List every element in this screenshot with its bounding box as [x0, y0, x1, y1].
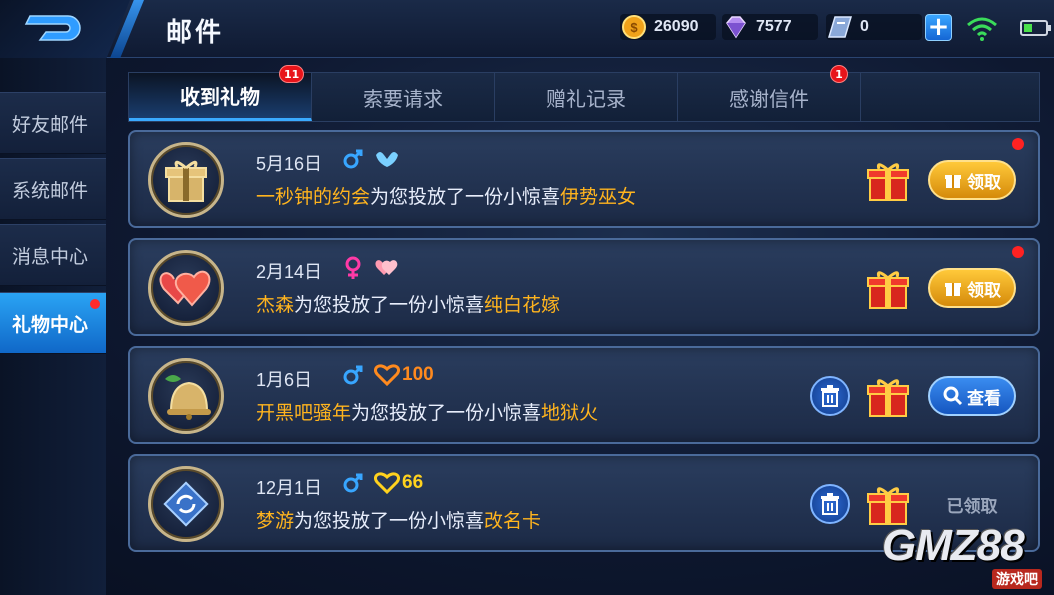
delete-button[interactable]	[810, 376, 850, 416]
claim-button[interactable]: 领取	[928, 160, 1016, 200]
intimacy-value: 100	[374, 364, 434, 386]
present-icon	[867, 379, 909, 417]
present-icon	[867, 163, 909, 201]
gift-small-icon	[945, 283, 961, 296]
claimed-status: 已领取	[946, 497, 998, 517]
sender-meta: 100	[342, 364, 434, 386]
gift-message: 开黑吧骚年为您投放了一份小惊喜地狱火	[256, 402, 599, 424]
top-bar: 邮件 $ 26090 7577 0 +	[0, 0, 1054, 58]
gift-item-name: 改名卡	[484, 510, 542, 532]
sidebar-item-label: 好友邮件	[12, 113, 89, 136]
coupon-value: 0	[860, 18, 869, 35]
gift-date: 5月16日	[256, 154, 323, 174]
watermark-text: GMZ88	[882, 521, 1025, 570]
back-arrow-icon	[24, 15, 81, 41]
bell-icon	[148, 358, 224, 434]
claim-button[interactable]: 领取	[928, 268, 1016, 308]
hearts-icon	[148, 250, 224, 326]
tab-requests[interactable]: 索要请求	[312, 73, 495, 121]
sidebar: 好友邮件 系统邮件 消息中心 礼物中心	[0, 58, 106, 595]
gift-item-name: 纯白花嫁	[484, 294, 561, 316]
tab-label: 赠礼记录	[546, 86, 626, 111]
watermark-logo: GMZ88 游戏吧	[858, 515, 1048, 591]
sidebar-item-label: 消息中心	[12, 245, 89, 268]
battery-icon	[1020, 20, 1051, 36]
diamond-icon	[722, 13, 750, 41]
notification-dot	[1012, 138, 1024, 150]
intimacy-value: 66	[374, 472, 423, 494]
svg-text:$: $	[630, 20, 638, 35]
notification-dot	[1012, 246, 1024, 258]
female-icon	[345, 256, 361, 279]
sidebar-item-friend-mail[interactable]: 好友邮件	[0, 92, 106, 154]
heart-outline-icon	[374, 472, 400, 494]
gold-counter: $ 26090	[620, 14, 716, 40]
coupon-icon	[826, 13, 854, 41]
sender-meta	[342, 256, 400, 280]
tab-label: 索要请求	[363, 86, 443, 111]
tab-badge: 1	[830, 65, 848, 83]
wifi-icon	[966, 16, 998, 46]
sidebar-item-label: 系统邮件	[12, 179, 89, 202]
magnifier-icon	[943, 386, 963, 406]
gift-box-icon	[148, 142, 224, 218]
gift-message: 一秒钟的约会为您投放了一份小惊喜伊势巫女	[256, 186, 637, 208]
sidebar-item-label: 礼物中心	[12, 313, 89, 336]
strength-icon	[376, 152, 398, 167]
sender-name[interactable]: 梦游	[256, 510, 294, 532]
gift-list: 5月16日 一秒钟的约会为您投放了一份小惊喜伊势巫女 领取 2月14日 杰森为您…	[118, 122, 1050, 562]
list-item: 5月16日 一秒钟的约会为您投放了一份小惊喜伊势巫女 领取	[128, 130, 1040, 228]
sender-meta: 66	[342, 472, 423, 494]
sender-name[interactable]: 一秒钟的约会	[256, 186, 370, 208]
rename-card-icon	[148, 466, 224, 542]
delete-button[interactable]	[810, 484, 850, 524]
gift-item-name: 伊势巫女	[560, 186, 637, 208]
sender-name[interactable]: 开黑吧骚年	[256, 402, 351, 424]
diamond-counter: 7577	[722, 14, 818, 40]
list-item: 2月14日 杰森为您投放了一份小惊喜纯白花嫁 领取	[128, 238, 1040, 336]
sender-name[interactable]: 杰森	[256, 294, 294, 316]
male-icon	[343, 365, 363, 385]
tab-received-gifts[interactable]: 收到礼物 11	[129, 65, 312, 121]
notification-dot	[90, 299, 100, 309]
gold-value: 26090	[654, 18, 699, 35]
page-title: 邮件	[166, 18, 225, 48]
list-item: 1月6日 100 开黑吧骚年为您投放了一份小惊喜地狱火 查看	[128, 346, 1040, 444]
gift-date: 1月6日	[256, 370, 313, 390]
tab-thank-you-letters[interactable]: 感谢信件 1	[678, 65, 861, 121]
tab-label: 感谢信件	[729, 86, 809, 111]
tab-filler	[861, 73, 1039, 121]
trash-icon	[821, 493, 839, 515]
gift-date: 2月14日	[256, 262, 323, 282]
present-icon	[867, 271, 909, 309]
gift-small-icon	[945, 175, 961, 188]
gift-message: 梦游为您投放了一份小惊喜改名卡	[256, 510, 542, 532]
sidebar-item-system-mail[interactable]: 系统邮件	[0, 158, 106, 220]
intimacy-hearts-icon	[375, 260, 398, 275]
gift-date: 12月1日	[256, 478, 323, 498]
trash-icon	[821, 385, 839, 407]
tab-gift-records[interactable]: 赠礼记录	[495, 73, 678, 121]
sender-meta	[342, 148, 400, 170]
sidebar-item-message-center[interactable]: 消息中心	[0, 224, 106, 286]
sidebar-item-gift-center[interactable]: 礼物中心	[0, 292, 106, 354]
male-icon	[343, 149, 363, 169]
view-button[interactable]: 查看	[928, 376, 1016, 416]
gift-message: 杰森为您投放了一份小惊喜纯白花嫁	[256, 294, 561, 316]
coupon-counter: 0	[826, 14, 922, 40]
tab-label: 收到礼物	[180, 85, 260, 109]
tab-badge: 11	[279, 65, 305, 83]
gift-item-name: 地狱火	[541, 402, 599, 424]
watermark-subtitle: 游戏吧	[992, 569, 1042, 589]
add-currency-button[interactable]: +	[925, 14, 952, 41]
male-icon	[343, 473, 363, 493]
tab-bar: 收到礼物 11 索要请求 赠礼记录 感谢信件 1	[128, 65, 1040, 122]
back-button[interactable]	[0, 0, 130, 58]
gold-coin-icon: $	[620, 13, 648, 41]
diamond-value: 7577	[756, 18, 792, 35]
heart-outline-icon	[374, 364, 400, 386]
